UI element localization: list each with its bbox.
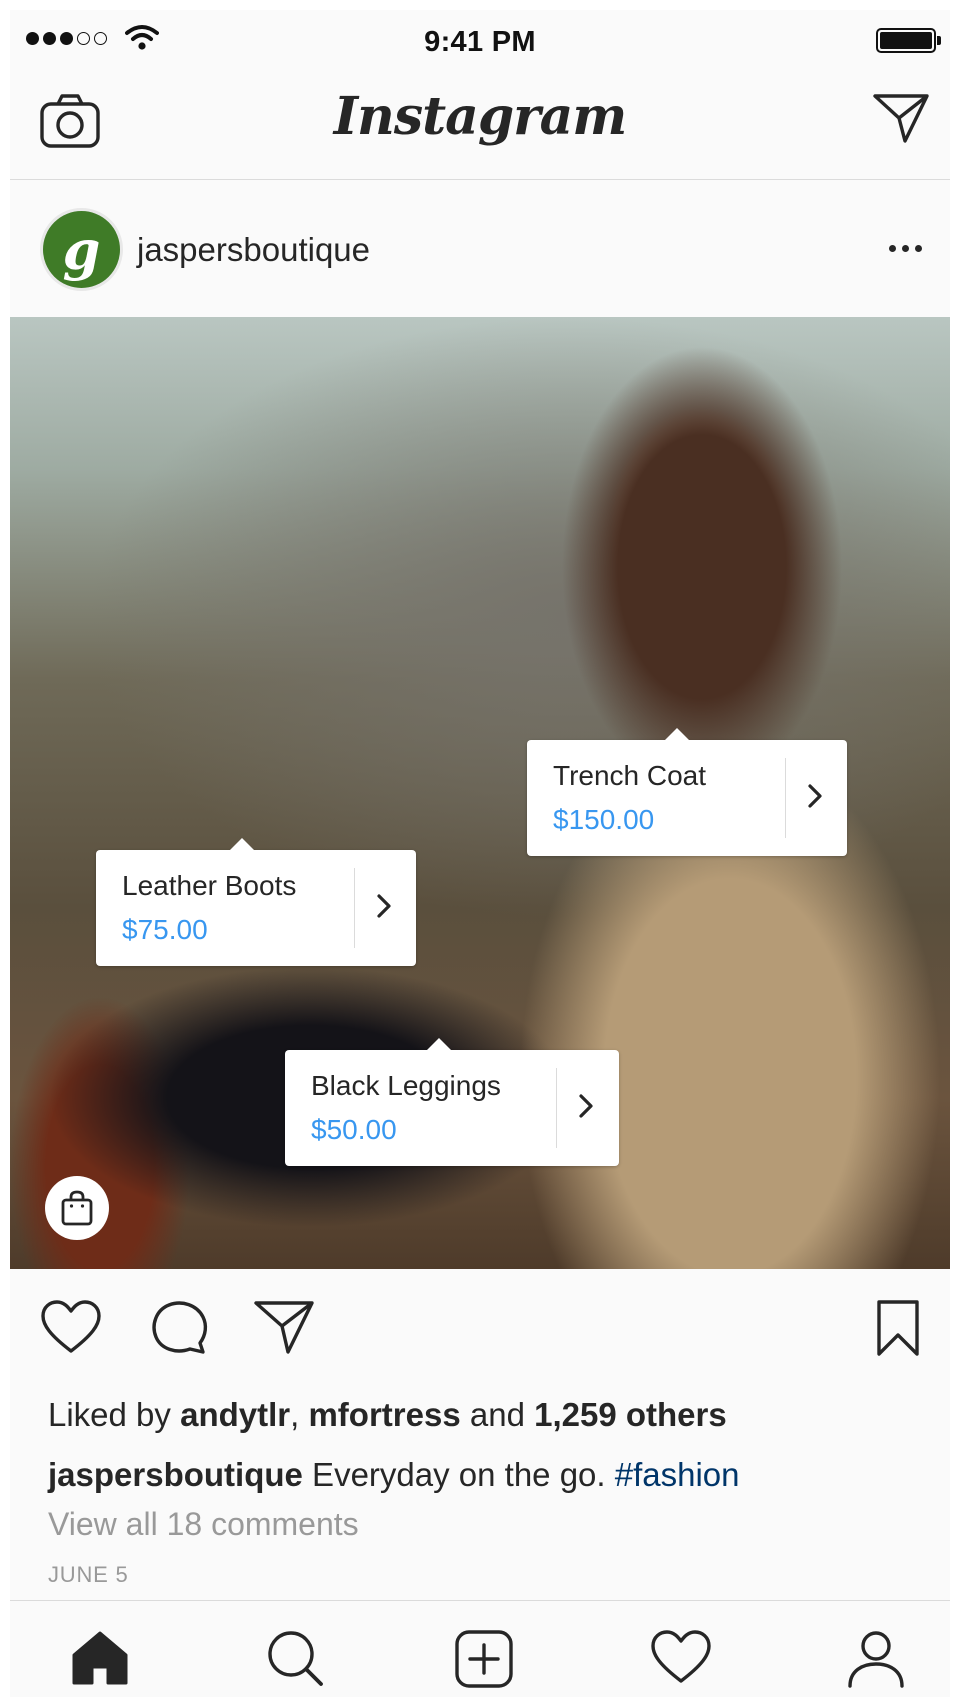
post-photo[interactable]: Trench Coat $150.00 Leather Boots $75.00… bbox=[10, 317, 950, 1269]
likes-count[interactable]: 1,259 others bbox=[534, 1396, 727, 1433]
instagram-app: 9:41 PM Instagram g jaspersboutique Tren… bbox=[10, 10, 950, 1697]
status-time: 9:41 PM bbox=[424, 26, 536, 58]
caption-username[interactable]: jaspersboutique bbox=[48, 1456, 303, 1493]
product-tag-price: $50.00 bbox=[311, 1114, 397, 1145]
liked-by-user[interactable]: andytlr bbox=[180, 1396, 290, 1433]
chevron-right-icon bbox=[808, 784, 822, 808]
view-comments-link[interactable]: View all 18 comments bbox=[48, 1506, 359, 1543]
share-icon[interactable] bbox=[253, 1299, 315, 1355]
hashtag-link[interactable]: #fashion bbox=[615, 1456, 740, 1493]
shopping-bag-icon[interactable] bbox=[45, 1176, 109, 1240]
product-tag-black-leggings[interactable]: Black Leggings $50.00 bbox=[285, 1038, 619, 1166]
bottom-tab-bar bbox=[10, 1600, 950, 1697]
chevron-right-icon bbox=[579, 1094, 593, 1118]
comment-icon[interactable] bbox=[150, 1299, 208, 1355]
app-logo-title: Instagram bbox=[333, 86, 628, 147]
chevron-right-icon bbox=[377, 894, 391, 918]
product-tag-name: Trench Coat bbox=[553, 760, 707, 791]
avatar[interactable]: g bbox=[40, 208, 123, 291]
liked-by-user[interactable]: mfortress bbox=[308, 1396, 460, 1433]
post-date: JUNE 5 bbox=[48, 1562, 129, 1587]
post-actions bbox=[10, 1269, 950, 1389]
search-icon[interactable] bbox=[266, 1629, 326, 1687]
bookmark-icon[interactable] bbox=[876, 1299, 920, 1357]
product-tag-price: $150.00 bbox=[553, 804, 655, 835]
product-tag-name: Black Leggings bbox=[311, 1070, 501, 1101]
post-caption: jaspersboutique Everyday on the go. #fas… bbox=[48, 1456, 740, 1494]
activity-icon[interactable] bbox=[650, 1629, 712, 1685]
product-tag-name: Leather Boots bbox=[122, 870, 297, 901]
like-icon[interactable] bbox=[40, 1299, 102, 1355]
battery-icon bbox=[876, 28, 941, 53]
top-navigation: Instagram bbox=[10, 66, 950, 180]
new-post-icon[interactable] bbox=[454, 1629, 514, 1689]
likes-summary: Liked by andytlr, mfortress and 1,259 ot… bbox=[48, 1396, 727, 1433]
post-username[interactable]: jaspersboutique bbox=[137, 231, 370, 269]
profile-icon[interactable] bbox=[846, 1629, 906, 1689]
home-icon[interactable] bbox=[70, 1629, 130, 1685]
direct-message-icon[interactable] bbox=[872, 92, 930, 144]
product-tag-price: $75.00 bbox=[122, 914, 208, 945]
status-bar: 9:41 PM bbox=[10, 10, 950, 66]
post-header: g jaspersboutique bbox=[10, 181, 950, 317]
product-tag-trench-coat[interactable]: Trench Coat $150.00 bbox=[527, 728, 847, 856]
caption-text: Everyday on the go. bbox=[302, 1456, 615, 1493]
more-options-icon[interactable] bbox=[889, 245, 922, 252]
product-tag-leather-boots[interactable]: Leather Boots $75.00 bbox=[96, 838, 416, 966]
